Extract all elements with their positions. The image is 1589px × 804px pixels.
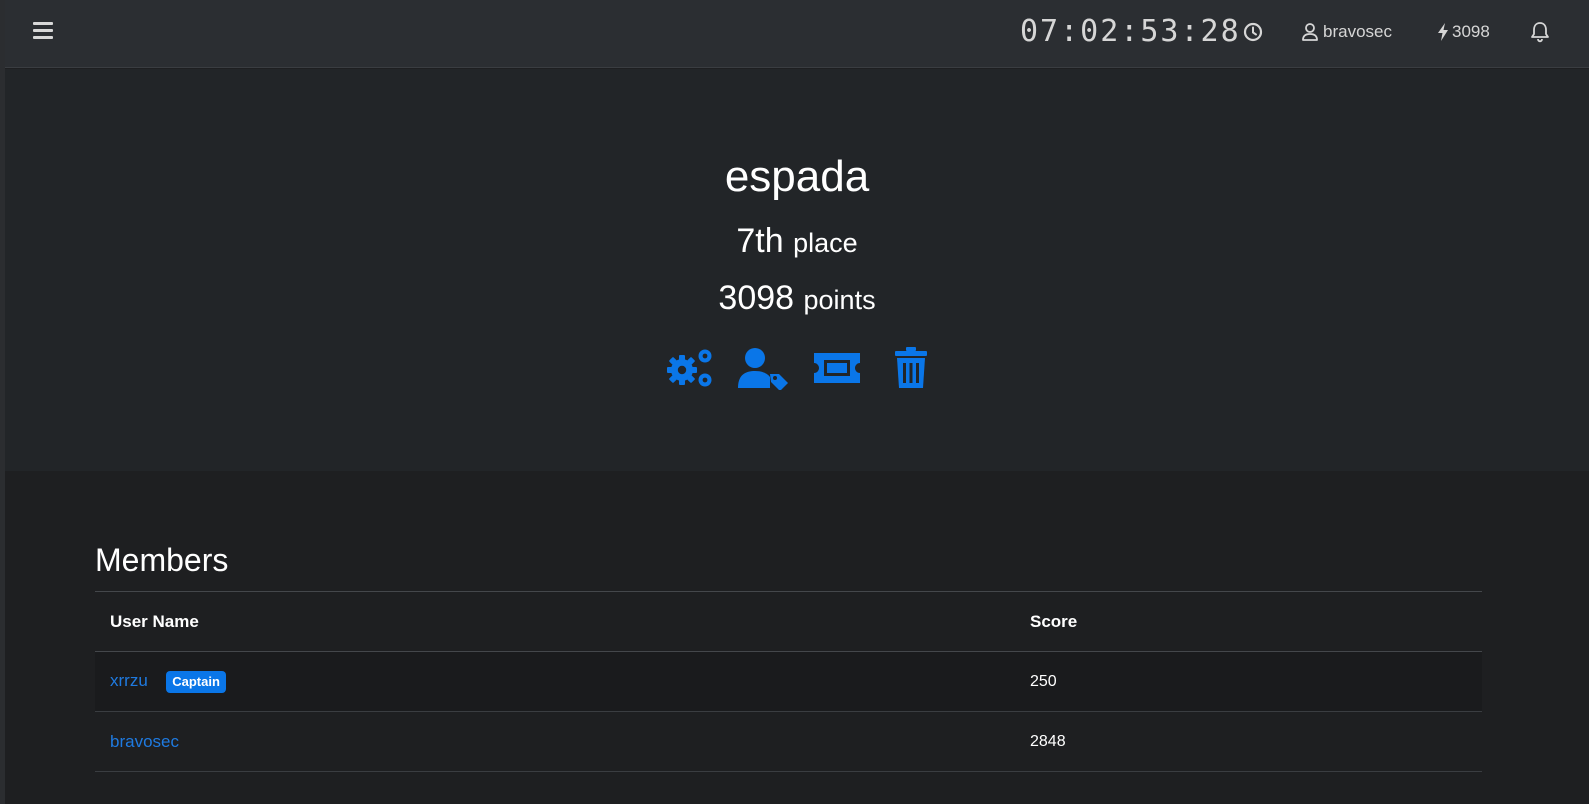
place-label: place bbox=[793, 228, 858, 258]
member-link[interactable]: bravosec bbox=[110, 732, 179, 751]
points-value: 3098 bbox=[718, 279, 795, 317]
member-name-cell: xrrzu Captain bbox=[95, 652, 1015, 712]
user-tag-icon bbox=[737, 348, 788, 390]
points-link[interactable]: 3098 bbox=[1437, 20, 1490, 44]
delete-team-button[interactable] bbox=[885, 346, 937, 390]
team-place: 7th place bbox=[5, 219, 1589, 265]
table-header-row: User Name Score bbox=[95, 591, 1482, 652]
member-name-cell: bravosec bbox=[95, 712, 1015, 772]
gears-icon bbox=[666, 349, 711, 387]
countdown-timer: 07:02:53:28 bbox=[1020, 14, 1241, 49]
menu-icon[interactable] bbox=[33, 22, 53, 42]
bolt-icon bbox=[1438, 23, 1448, 41]
member-link[interactable]: xrrzu bbox=[110, 671, 148, 690]
team-header: espada 7th place 3098 points bbox=[5, 69, 1589, 471]
settings-button[interactable] bbox=[663, 346, 715, 390]
members-title: Members bbox=[95, 542, 229, 578]
ticket-icon bbox=[813, 353, 860, 383]
column-header-username: User Name bbox=[110, 611, 199, 631]
invite-code-button[interactable] bbox=[811, 346, 863, 390]
place-value: 7th bbox=[736, 222, 784, 260]
captain-badge: Captain bbox=[166, 670, 226, 693]
table-row: bravosec 2848 bbox=[95, 712, 1482, 772]
trash-icon bbox=[894, 347, 927, 388]
points-unit-label: points bbox=[803, 285, 876, 315]
table-row: xrrzu Captain 250 bbox=[95, 651, 1482, 712]
points-label: 3098 bbox=[1452, 22, 1490, 41]
team-points: 3098 points bbox=[5, 276, 1589, 322]
top-navbar: 07:02:53:28 bravosec 3098 bbox=[5, 0, 1589, 68]
members-section: Members User Name Score xrrzu Captain 25… bbox=[95, 540, 1482, 772]
member-score: 250 bbox=[1030, 672, 1057, 690]
members-table: User Name Score xrrzu Captain 250 bravos… bbox=[95, 591, 1482, 772]
username-label: bravosec bbox=[1323, 22, 1392, 41]
member-score: 2848 bbox=[1030, 732, 1066, 750]
bell-icon[interactable] bbox=[1530, 21, 1550, 43]
manage-members-button[interactable] bbox=[737, 346, 789, 390]
team-name: espada bbox=[724, 152, 870, 201]
clock-icon bbox=[1243, 22, 1263, 42]
user-icon bbox=[1302, 23, 1318, 41]
user-profile-link[interactable]: bravosec bbox=[1301, 20, 1392, 44]
column-header-score: Score bbox=[1030, 611, 1078, 631]
team-actions bbox=[5, 346, 1589, 390]
